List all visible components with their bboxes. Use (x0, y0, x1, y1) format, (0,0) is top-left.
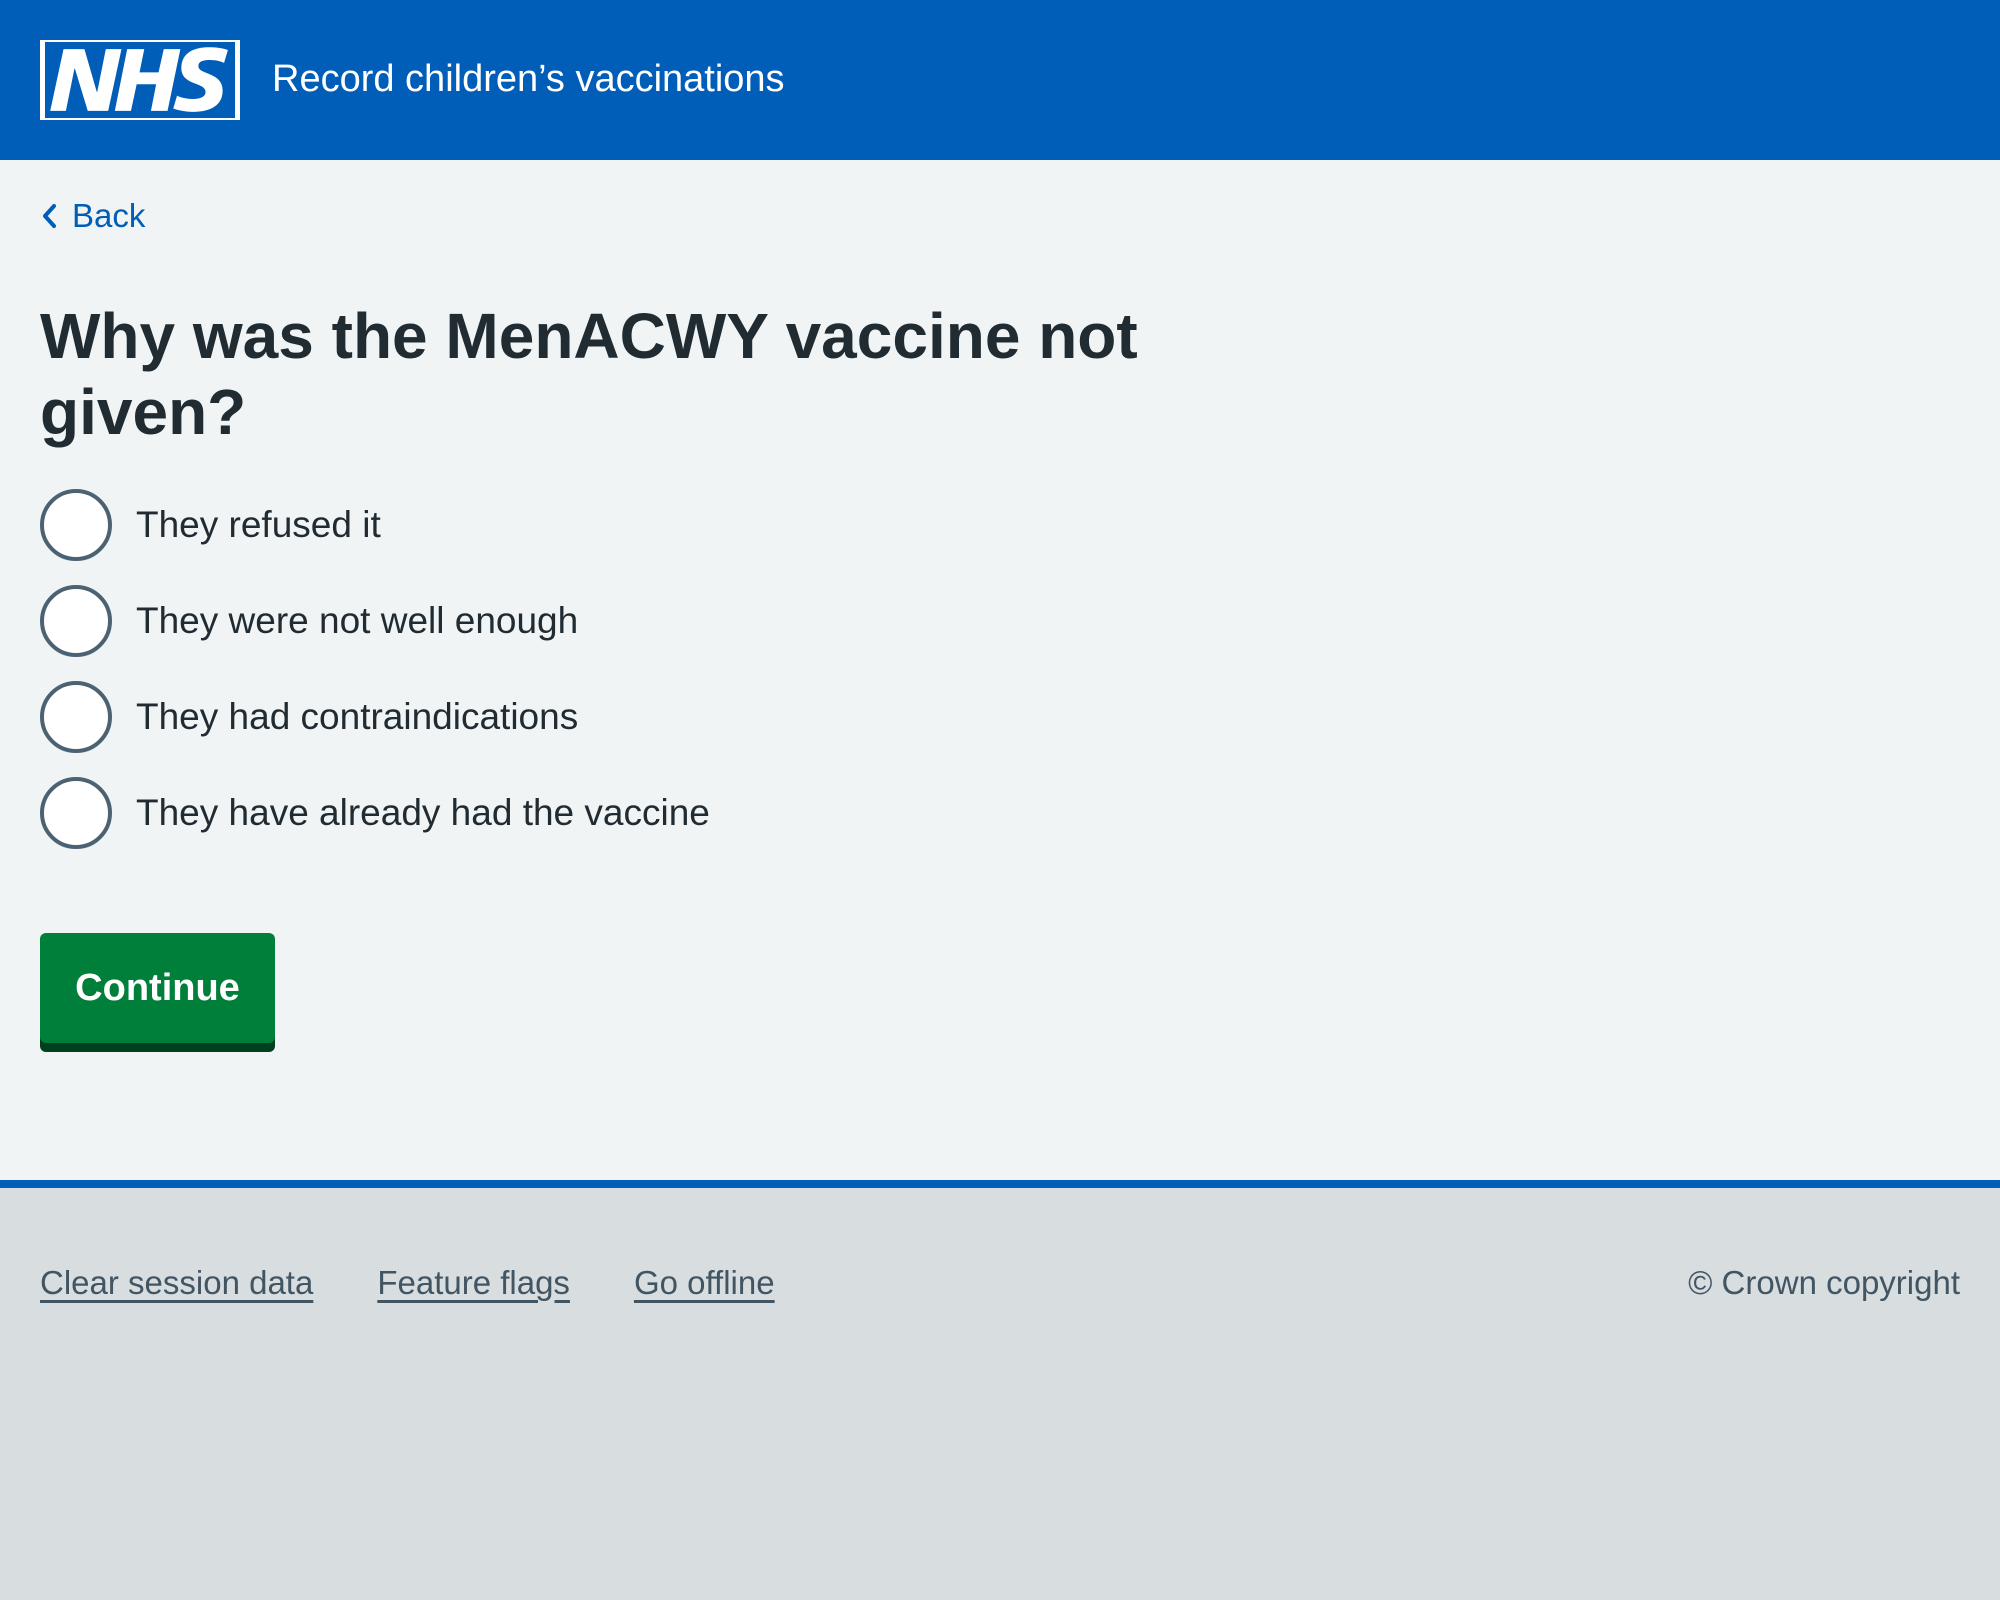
feature-flags-link[interactable]: Feature flags (377, 1264, 570, 1302)
back-link-label: Back (72, 197, 146, 234)
footer-links: Clear session data Feature flags Go offl… (40, 1264, 775, 1302)
radio-label[interactable]: They have already had the vaccine (136, 789, 710, 837)
service-name[interactable]: Record children’s vaccinations (272, 54, 785, 104)
copyright-text: © Crown copyright (1688, 1264, 1960, 1301)
radio-option-contraindications[interactable]: They had contraindications (40, 677, 1140, 757)
nhs-logo-icon (45, 42, 235, 118)
site-footer: Clear session data Feature flags Go offl… (0, 1180, 2000, 1600)
nhs-logo[interactable] (40, 40, 240, 120)
radio-label[interactable]: They had contraindications (136, 693, 578, 741)
radio-button[interactable] (40, 681, 112, 753)
chevron-left-icon (43, 204, 56, 228)
radio-label[interactable]: They refused it (136, 501, 381, 549)
radio-option-already-had-vaccine[interactable]: They have already had the vaccine (40, 773, 1140, 853)
page-title: Why was the MenACWY vaccine not given? (40, 300, 1138, 448)
reason-radio-group: They refused it They were not well enoug… (40, 485, 1140, 869)
radio-button[interactable] (40, 777, 112, 849)
radio-button[interactable] (40, 585, 112, 657)
radio-button[interactable] (40, 489, 112, 561)
back-link[interactable]: Back (40, 196, 145, 236)
go-offline-link[interactable]: Go offline (634, 1264, 775, 1302)
radio-label[interactable]: They were not well enough (136, 597, 578, 645)
site-header: Record children’s vaccinations (0, 0, 2000, 160)
clear-session-data-link[interactable]: Clear session data (40, 1264, 313, 1302)
radio-option-refused[interactable]: They refused it (40, 485, 1140, 565)
radio-option-not-well-enough[interactable]: They were not well enough (40, 581, 1140, 661)
continue-button[interactable]: Continue (40, 933, 275, 1043)
